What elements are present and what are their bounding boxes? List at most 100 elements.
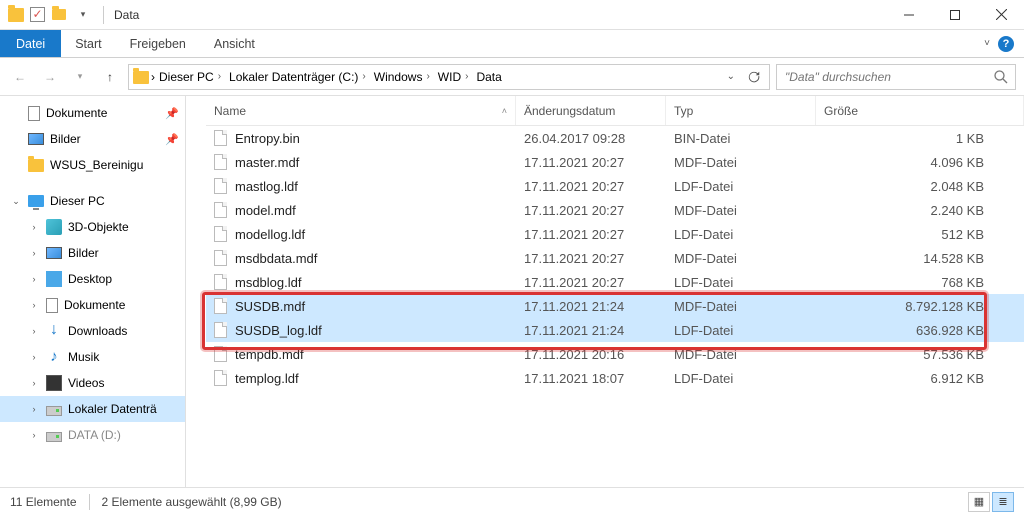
chevron-right-icon[interactable]: › [28,248,40,258]
status-count: 11 Elemente [10,495,77,509]
chevron-right-icon[interactable]: › [28,274,40,284]
file-name: tempdb.mdf [235,347,304,362]
file-size: 6.912 KB [816,371,1024,386]
refresh-button[interactable] [743,66,765,88]
file-list: Name˄ Änderungsdatum Typ Größe Entropy.b… [186,96,1024,487]
file-row[interactable]: msdbdata.mdf 17.11.2021 20:27 MDF-Datei … [206,246,1024,270]
chevron-down-icon[interactable]: ⌄ [10,196,22,207]
help-icon[interactable]: ? [998,36,1014,52]
nav-thispc-item[interactable]: › Bilder [0,240,185,266]
chevron-right-icon[interactable]: › [28,378,40,388]
file-row[interactable]: Entropy.bin 26.04.2017 09:28 BIN-Datei 1… [206,126,1024,150]
col-size[interactable]: Größe [816,96,1024,125]
qat-dropdown-icon[interactable]: ▾ [73,5,93,25]
nav-thispc-item[interactable]: › DATA (D:) [0,422,185,448]
nav-thispc-item[interactable]: › ↓ Downloads [0,318,185,344]
checkbox-icon[interactable]: ✓ [30,7,45,22]
search-box[interactable] [776,64,1016,90]
chevron-right-icon[interactable]: › [28,222,40,232]
drive-icon [46,432,62,442]
chevron-right-icon[interactable]: › [28,352,40,362]
file-date: 17.11.2021 20:27 [516,251,666,266]
file-size: 768 KB [816,275,1024,290]
nav-label: Bilder [50,132,81,146]
maximize-button[interactable] [932,0,978,30]
nav-quick-item[interactable]: WSUS_Bereinigu [0,152,185,178]
ribbon-tab-share[interactable]: Freigeben [116,30,200,57]
search-icon[interactable] [993,69,1009,85]
forward-button[interactable]: → [38,65,62,89]
file-row[interactable]: mastlog.ldf 17.11.2021 20:27 LDF-Datei 2… [206,174,1024,198]
chevron-right-icon[interactable]: › [28,404,40,414]
chevron-right-icon[interactable]: › [151,70,155,84]
view-toggle: ▦ ≣ [968,492,1014,512]
back-button[interactable]: ← [8,65,32,89]
view-details-button[interactable]: ≣ [992,492,1014,512]
file-type: MDF-Datei [666,299,816,314]
crumb-drive[interactable]: Lokaler Datenträger (C:)› [227,70,370,84]
crumb-data[interactable]: Data [474,70,503,84]
col-type[interactable]: Typ [666,96,816,125]
pin-icon: 📌 [165,133,179,146]
file-icon [214,250,227,266]
ribbon-expand-icon[interactable]: ˅ [984,38,990,49]
file-type: BIN-Datei [666,131,816,146]
close-button[interactable] [978,0,1024,30]
sort-asc-icon: ˄ [502,106,507,116]
ribbon-tab-view[interactable]: Ansicht [200,30,269,57]
recent-dropdown-icon[interactable]: ▾ [68,65,92,89]
chevron-right-icon[interactable]: › [28,326,40,336]
nav-thispc-item[interactable]: › Lokaler Datenträ [0,396,185,422]
file-row[interactable]: master.mdf 17.11.2021 20:27 MDF-Datei 4.… [206,150,1024,174]
file-row[interactable]: SUSDB.mdf 17.11.2021 21:24 MDF-Datei 8.7… [206,294,1024,318]
file-size: 14.528 KB [816,251,1024,266]
address-bar[interactable]: › Dieser PC› Lokaler Datenträger (C:)› W… [128,64,770,90]
col-date[interactable]: Änderungsdatum [516,96,666,125]
chevron-right-icon[interactable]: › [28,430,40,440]
nav-thispc-item[interactable]: › Desktop [0,266,185,292]
crumb-thispc[interactable]: Dieser PC› [157,70,225,84]
nav-thispc-item[interactable]: › Videos [0,370,185,396]
film-icon [46,375,62,391]
file-name: SUSDB.mdf [235,299,305,314]
search-input[interactable] [783,69,993,85]
chevron-right-icon[interactable]: › [424,71,431,82]
crumb-windows[interactable]: Windows› [372,70,434,84]
up-button[interactable]: ↑ [98,65,122,89]
file-date: 17.11.2021 20:27 [516,155,666,170]
chevron-right-icon[interactable]: › [463,71,470,82]
file-icon [214,154,227,170]
chevron-right-icon[interactable]: › [216,71,223,82]
folder-icon [28,159,44,172]
file-row[interactable]: model.mdf 17.11.2021 20:27 MDF-Datei 2.2… [206,198,1024,222]
nav-quick-item[interactable]: Dokumente 📌 [0,100,185,126]
file-row[interactable]: SUSDB_log.ldf 17.11.2021 21:24 LDF-Datei… [206,318,1024,342]
nav-thispc-item[interactable]: › Dokumente [0,292,185,318]
ribbon-file-tab[interactable]: Datei [0,30,61,57]
minimize-button[interactable] [886,0,932,30]
chevron-right-icon[interactable]: › [360,71,367,82]
file-type: MDF-Datei [666,155,816,170]
file-row[interactable]: templog.ldf 17.11.2021 18:07 LDF-Datei 6… [206,366,1024,390]
view-large-icons-button[interactable]: ▦ [968,492,990,512]
cube-icon [46,219,62,235]
nav-quick-item[interactable]: Bilder 📌 [0,126,185,152]
chevron-right-icon[interactable]: › [28,300,40,310]
file-type: LDF-Datei [666,275,816,290]
file-row[interactable]: tempdb.mdf 17.11.2021 20:16 MDF-Datei 57… [206,342,1024,366]
col-name[interactable]: Name˄ [206,96,516,125]
column-headers: Name˄ Änderungsdatum Typ Größe [206,96,1024,126]
nav-thispc[interactable]: ⌄ Dieser PC [0,188,185,214]
separator [89,494,90,510]
file-date: 17.11.2021 20:27 [516,179,666,194]
separator [103,6,104,24]
address-dropdown-icon[interactable]: ⌄ [723,71,739,82]
file-row[interactable]: modellog.ldf 17.11.2021 20:27 LDF-Datei … [206,222,1024,246]
ribbon-tab-start[interactable]: Start [61,30,115,57]
crumb-wid[interactable]: WID› [436,70,473,84]
nav-label: WSUS_Bereinigu [50,158,143,172]
doc-icon [28,106,40,121]
file-row[interactable]: msdblog.ldf 17.11.2021 20:27 LDF-Datei 7… [206,270,1024,294]
nav-thispc-item[interactable]: › ♪ Musik [0,344,185,370]
nav-thispc-item[interactable]: › 3D-Objekte [0,214,185,240]
